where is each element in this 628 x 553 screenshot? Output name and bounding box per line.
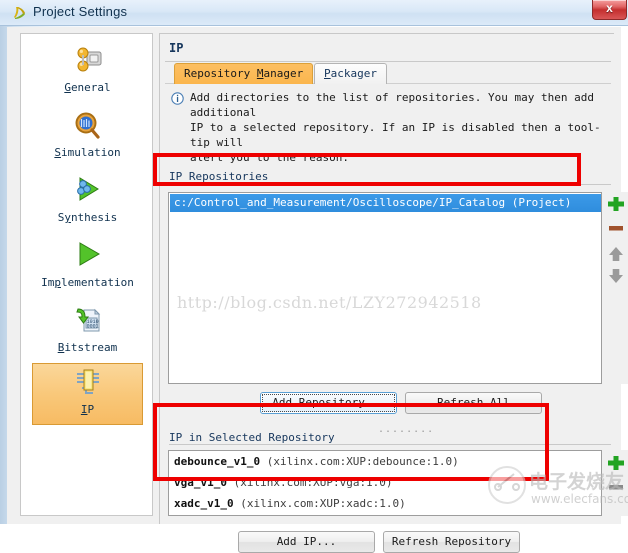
move-repository-up-button[interactable] [605,244,627,264]
plus-icon [608,197,624,211]
close-button[interactable]: x [592,0,627,20]
ip-name: vga_v1_0 [174,476,227,489]
list-item[interactable]: debounce_v1_0 (xilinx.com:XUP:debounce:1… [169,451,601,472]
vivado-logo-icon [11,5,27,21]
csdn-url-watermark: http://blog.csdn.net/LZY272942518 [177,293,482,312]
ip-chip-icon [68,366,108,402]
plus-icon [608,456,624,470]
tab-packager[interactable]: Packager [314,63,387,84]
ip-repositories-label: IP Repositories [169,170,273,183]
list-item[interactable]: vga_v1_0 (xilinx.com:XUP:vga:1.0) [169,472,601,493]
sidebar-item-label: IP [80,403,95,416]
ip-side-button-column [604,450,628,516]
add-ip-icon-button[interactable] [605,453,627,473]
move-repository-down-button[interactable] [605,266,627,286]
magnifier-waveform-icon [68,109,108,145]
remove-ip-icon-button[interactable] [605,477,627,497]
add-repository-button[interactable]: Add Repository... [260,392,397,414]
add-ip-button-label: Add IP... [276,535,337,548]
tab-repository-manager[interactable]: Repository Manager [174,63,314,84]
arrow-down-icon [609,269,623,283]
bitstream-file-icon: 1010 0001 [68,304,108,340]
sidebar-item-label: General [64,81,111,94]
ip-in-selected-repository-divider [169,444,611,445]
ip-vlnv: (xilinx.com:XUP:vga:1.0) [233,476,393,489]
add-repository-icon-button[interactable] [605,194,627,214]
heading-divider [165,61,611,62]
green-play-icon [68,239,108,275]
add-repository-button-label: Add Repository... [261,393,396,413]
ip-settings-panel: IP Repository Manager Packager Add direc… [159,33,628,553]
ip-name: debounce_v1_0 [174,455,261,468]
general-gear-icon [68,44,108,80]
ip-repositories-divider [169,184,611,185]
window-title: Project Settings [33,4,128,19]
list-item[interactable]: xadc_v1_0 (xilinx.com:XUP:xadc:1.0) [169,493,601,514]
sidebar-item-label: Simulation [54,146,121,159]
ip-name: xadc_v1_0 [174,497,234,510]
sidebar-item-synthesis[interactable]: Synthesis [32,172,143,234]
sidebar-item-label: Synthesis [57,211,118,224]
sidebar-item-label: Bitstream [57,341,118,354]
page-title: IP [169,41,184,55]
sidebar-item-implementation[interactable]: Implementation [32,237,143,299]
refresh-repository-button[interactable]: Refresh Repository [383,531,520,553]
sidebar-item-ip[interactable]: IP [32,363,143,425]
tab-label: Packager [324,67,377,80]
ip-vlnv: (xilinx.com:XUP:debounce:1.0) [266,455,459,468]
info-circle-icon [171,92,184,105]
sidebar-item-simulation[interactable]: Simulation [32,107,143,169]
svg-text:0001: 0001 [86,323,98,329]
remove-repository-icon-button[interactable] [605,218,627,238]
sidebar-item-bitstream[interactable]: 1010 0001 Bitstream [32,302,143,364]
refresh-all-button[interactable]: Refresh All [405,392,542,414]
ip-in-selected-repository-list[interactable]: debounce_v1_0 (xilinx.com:XUP:debounce:1… [168,450,602,516]
green-play-molecule-icon [68,174,108,210]
settings-category-list: General Simulation Synthesis Implementat… [20,33,153,516]
close-icon: x [606,1,613,15]
ip-in-selected-repository-label: IP in Selected Repository [169,431,339,444]
minus-icon [609,226,623,231]
ip-vlnv: (xilinx.com:XUP:xadc:1.0) [240,497,406,510]
refresh-repository-button-label: Refresh Repository [391,535,512,548]
arrow-up-icon [609,247,623,261]
dialog-client-area: General Simulation Synthesis Implementat… [7,27,628,553]
sidebar-item-label: Implementation [41,276,134,289]
selected-repository-row[interactable]: c:/Control_and_Measurement/Oscilloscope/… [170,194,601,212]
splitter-handle[interactable]: ........ [378,424,434,435]
add-ip-button[interactable]: Add IP... [238,531,375,553]
project-settings-window: Project Settings x General Simulation Sy… [0,0,628,553]
repository-side-button-column [604,192,628,384]
refresh-all-button-label: Refresh All [437,396,510,409]
info-message: Add directories to the list of repositor… [190,91,601,164]
ip-repositories-list[interactable]: c:/Control_and_Measurement/Oscilloscope/… [168,192,602,384]
tab-label: Repository Manager [184,67,304,80]
sidebar-item-general[interactable]: General [32,42,143,104]
title-bar: Project Settings x [0,0,628,26]
minus-icon [609,485,623,490]
